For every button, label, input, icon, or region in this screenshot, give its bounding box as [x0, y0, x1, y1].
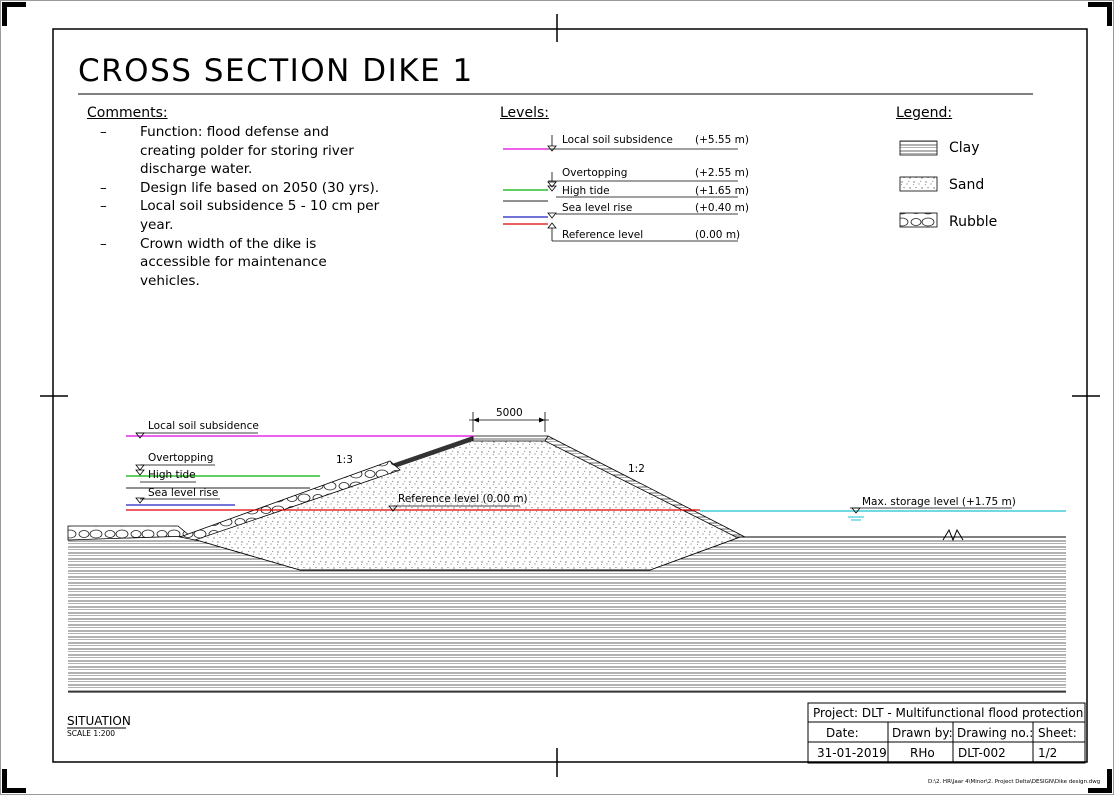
section-label-high-tide: High tide [148, 469, 196, 481]
legend-label-sand: Sand [949, 177, 985, 193]
legend-swatches [899, 140, 938, 228]
rubble-swatch [899, 212, 938, 228]
slope-right-label: 1:2 [628, 463, 645, 475]
level-value-high-tide: (+1.65 m) [695, 185, 749, 197]
comment-item: Function: flood defense and creating pol… [98, 123, 388, 179]
section-label-subsidence: Local soil subsidence [148, 420, 259, 432]
level-value-sea-rise: (+0.40 m) [695, 202, 749, 214]
level-label-high-tide: High tide [562, 185, 610, 197]
dike-crown-cover [472, 435, 549, 442]
section-label-sea-rise: Sea level rise [148, 487, 219, 499]
comment-item: Crown width of the dike is accessible fo… [98, 235, 388, 291]
level-label-sea-rise: Sea level rise [562, 202, 633, 214]
levels-heading: Levels: [500, 105, 549, 121]
drawn-by-value: RHo [910, 746, 935, 760]
situation-label: SITUATION [67, 714, 131, 728]
legend-heading: Legend: [896, 105, 953, 121]
section-label-overtopping: Overtopping [148, 452, 214, 464]
scale-label: SCALE 1:200 [67, 729, 116, 738]
cross-section [67, 412, 1066, 693]
drawing-title: CROSS SECTION DIKE 1 [78, 53, 474, 89]
comments-list: Function: flood defense and creating pol… [98, 123, 388, 290]
project-name: Project: DLT - Multifunctional flood pro… [813, 706, 1084, 720]
file-path: D:\2. HR\Jaar 4\Minor\2. Project Delta\D… [928, 779, 1101, 785]
drawn-by-label: Drawn by: [892, 726, 953, 740]
level-value-overtopping: (+2.55 m) [695, 167, 749, 179]
sheet-label: Sheet: [1038, 726, 1077, 740]
clay-swatch [899, 140, 938, 156]
comments-heading: Comments: [87, 105, 168, 121]
comment-item: Design life based on 2050 (30 yrs). [98, 179, 388, 198]
date-label: Date: [826, 726, 859, 740]
rubble-ground-left [67, 525, 192, 541]
sand-swatch [899, 176, 938, 192]
storage-level-label: Max. storage level (+1.75 m) [862, 496, 1016, 508]
section-label-reference: Reference level (0.00 m) [398, 493, 528, 505]
legend-label-clay: Clay [949, 140, 980, 156]
level-label-subsidence: Local soil subsidence [562, 134, 673, 146]
legend-label-rubble: Rubble [949, 214, 998, 230]
level-value-reference: (0.00 m) [695, 229, 741, 241]
break-symbol [942, 528, 964, 542]
drawing-no-label: Drawing no.: [957, 726, 1034, 740]
crown-width-dimension: 5000 [496, 407, 523, 419]
slope-left-label: 1:3 [336, 454, 353, 466]
date-value: 31-01-2019 [817, 746, 887, 760]
drawing-no-value: DLT-002 [958, 746, 1006, 760]
level-value-subsidence: (+5.55 m) [695, 134, 749, 146]
comment-item: Local soil subsidence 5 - 10 cm per year… [98, 197, 388, 234]
sheet-value: 1/2 [1038, 746, 1058, 760]
level-label-overtopping: Overtopping [562, 167, 628, 179]
level-label-reference: Reference level [562, 229, 644, 241]
